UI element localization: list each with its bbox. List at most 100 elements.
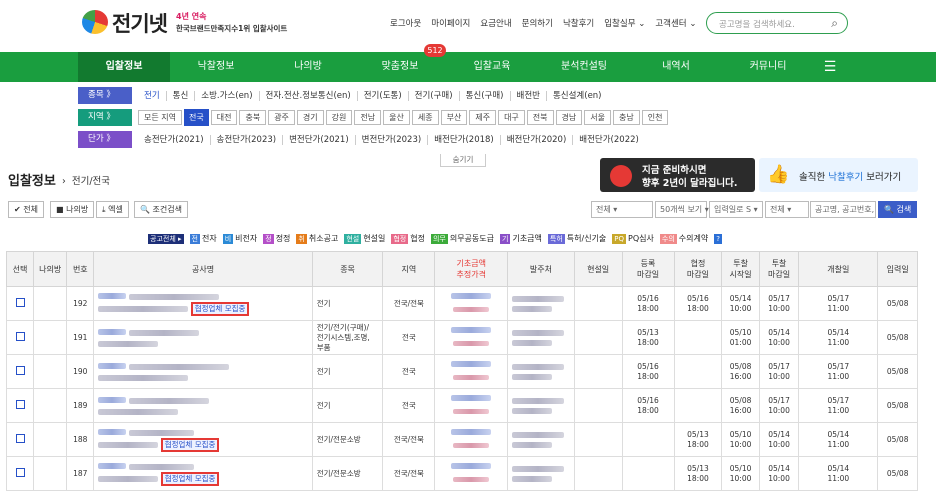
row-myroom-cell[interactable]	[33, 320, 68, 355]
col-bid-end[interactable]: 투찰 마감일	[758, 251, 800, 287]
row-project-name[interactable]	[93, 388, 313, 423]
filter-price-item[interactable]: 변전단가(2021)	[282, 134, 355, 145]
region-chip[interactable]: 충북	[239, 110, 267, 125]
table-row[interactable]: 187 협정업체 모집중 전기/전문소방 전국/전북 05/13 18:00 05/10…	[5, 456, 918, 491]
bid-practice-menu[interactable]: 입찰실무 ⌄	[604, 17, 645, 29]
region-chip[interactable]: 제주	[469, 110, 497, 125]
consortium-tag[interactable]: 협정업체 모집중	[160, 472, 220, 486]
pricing-link[interactable]: 요금안내	[480, 17, 511, 29]
select-all-button[interactable]: ✔ 전체	[8, 201, 44, 218]
page-size-select[interactable]: 50개씩 보기 ▾	[655, 201, 709, 218]
table-row[interactable]: 188 협정업체 모집중 전기/전문소방 전국/전북 05/13 18:00 05/10…	[5, 422, 918, 457]
region-chip[interactable]: 부산	[440, 110, 468, 125]
filter-price-item[interactable]: 송전단가(2021)	[138, 135, 210, 145]
reviews-link[interactable]: 낙찰후기	[563, 17, 594, 29]
row-checkbox[interactable]	[15, 433, 25, 443]
filter-select-1[interactable]: 전체 ▾	[591, 201, 653, 218]
table-row[interactable]: 189 전기 전국 05/16 18:00 05/08 16:00 05/17 10:0…	[5, 388, 918, 423]
region-chip-selected[interactable]: 전국	[183, 109, 209, 126]
region-chip[interactable]: 강원	[325, 110, 353, 125]
table-row[interactable]: 190 전기 전국 05/16 18:00 05/08 16:00 05/17 10:0…	[5, 354, 918, 389]
region-chip[interactable]: 서울	[584, 110, 611, 125]
region-chip[interactable]: 모든 지역	[138, 110, 182, 125]
row-myroom-cell[interactable]	[33, 456, 68, 491]
nav-community[interactable]: 커뮤니티	[722, 52, 814, 82]
support-menu[interactable]: 고객센터 ⌄	[655, 17, 696, 29]
nav-award-info[interactable]: 낙찰정보	[170, 52, 262, 82]
filter-type-item[interactable]: 전기(도통)	[356, 90, 408, 101]
row-project-name[interactable]	[93, 354, 313, 389]
row-checkbox[interactable]	[15, 399, 25, 409]
my-room-button[interactable]: ■ 나의방	[50, 201, 95, 218]
row-myroom-cell[interactable]	[33, 388, 68, 423]
keyword-input[interactable]: 공고명, 공고번호, 발	[810, 201, 876, 218]
legend-item[interactable]: 공고전체 ▸	[148, 233, 184, 244]
row-project-name[interactable]	[93, 320, 313, 355]
row-project-name[interactable]: 협정업체 모집중	[93, 286, 313, 321]
col-bid-start[interactable]: 투찰 시작일	[721, 251, 760, 287]
filter-type-item[interactable]: 전자.전산.정보통신(en)	[258, 90, 357, 101]
row-checkbox[interactable]	[15, 297, 25, 307]
sort-select[interactable]: 입력일로 S ▾	[709, 201, 763, 218]
region-chip[interactable]: 충남	[613, 110, 640, 125]
col-base-price[interactable]: 기초금액 추정가격	[434, 251, 509, 287]
header-search[interactable]: 공고명을 검색하세요. ⌕	[706, 12, 848, 34]
filter-price-item[interactable]: 배전단가(2020)	[499, 134, 573, 145]
search-icon[interactable]: ⌕	[831, 16, 838, 31]
contact-link[interactable]: 문의하기	[522, 17, 553, 29]
hamburger-menu-icon[interactable]: ☰	[810, 52, 850, 82]
table-row[interactable]: 191 전기/전기(구매)/ 전기시스템,조명, 부품 전국 05/13 18:00…	[5, 320, 918, 355]
filter-type-item[interactable]: 통신	[165, 90, 195, 101]
region-chip[interactable]: 전남	[354, 110, 382, 125]
filter-type-item[interactable]: 통신설계(en)	[545, 90, 608, 101]
col-input-date[interactable]: 입력일	[877, 251, 918, 287]
promo-banner[interactable]: 지금 준비하시면 향후 2년이 달라집니다.	[600, 158, 755, 192]
search-input[interactable]: 공고명을 검색하세요.	[719, 18, 795, 30]
region-chip[interactable]: 세종	[411, 110, 439, 125]
nav-consulting[interactable]: 분석컨설팅	[538, 52, 630, 82]
logout-link[interactable]: 로그아웃	[390, 17, 421, 29]
filter-type-item[interactable]: 소방.가스(en)	[194, 90, 258, 101]
col-opening[interactable]: 개찰일	[798, 251, 879, 287]
region-chip[interactable]: 경남	[555, 110, 583, 125]
row-myroom-cell[interactable]	[33, 354, 68, 389]
row-checkbox[interactable]	[15, 467, 25, 477]
region-chip[interactable]: 광주	[268, 110, 295, 125]
region-chip[interactable]: 전북	[526, 110, 554, 125]
filter-collapse-button[interactable]: 숨기기	[440, 154, 486, 167]
col-reg-deadline[interactable]: 등록 마감일	[621, 251, 675, 287]
site-logo[interactable]: 전기넷 4년 연속 한국브랜드만족지수1위 입찰사이트	[82, 8, 292, 38]
nav-my-room[interactable]: 나의방	[262, 52, 354, 82]
region-chip[interactable]: 경기	[296, 110, 324, 125]
excel-button[interactable]: ⤓ 엑셀	[96, 201, 129, 218]
search-button[interactable]: 🔍 검색	[878, 201, 918, 218]
consortium-tag[interactable]: 협정업체 모집중	[160, 438, 220, 452]
filter-price-item[interactable]: 송전단가(2023)	[209, 134, 283, 145]
condition-search-button[interactable]: 🔍 조건검색	[134, 201, 188, 218]
nav-statement[interactable]: 내역서	[630, 52, 722, 82]
region-chip[interactable]: 울산	[383, 110, 410, 125]
table-row[interactable]: 192 협정업체 모집중 전기 전국/전북 05/16 18:00 05/16 18:0…	[5, 286, 918, 321]
filter-price-item[interactable]: 배전단가(2018)	[427, 134, 500, 145]
col-project[interactable]: 공사명	[93, 251, 313, 287]
reviews-banner[interactable]: 👍 솔직한 낙찰후기 보러가기	[759, 158, 918, 192]
field-select[interactable]: 전체 ▾	[765, 201, 809, 218]
row-checkbox[interactable]	[15, 331, 25, 341]
row-myroom-cell[interactable]	[33, 422, 68, 457]
nav-education[interactable]: 입찰교육	[446, 52, 538, 82]
filter-type-item[interactable]: 배전반	[509, 90, 546, 101]
region-chip[interactable]: 대전	[210, 110, 238, 125]
mypage-link[interactable]: 마이페이지	[431, 17, 470, 29]
col-agree-deadline[interactable]: 협정 마감일	[673, 251, 723, 287]
region-chip[interactable]: 대구	[498, 110, 525, 125]
consortium-tag[interactable]: 협정업체 모집중	[190, 302, 250, 316]
region-chip[interactable]: 인천	[641, 110, 669, 125]
filter-type-item[interactable]: 통신(구매)	[458, 90, 510, 101]
filter-type-item[interactable]: 전기(구매)	[407, 90, 459, 101]
row-myroom-cell[interactable]	[33, 286, 68, 321]
filter-price-item[interactable]: 배전단가(2022)	[572, 134, 645, 145]
row-project-name[interactable]: 협정업체 모집중	[93, 456, 313, 491]
row-checkbox[interactable]	[15, 365, 25, 375]
row-project-name[interactable]: 협정업체 모집중	[93, 422, 313, 457]
filter-type-item[interactable]: 전기	[138, 91, 166, 101]
